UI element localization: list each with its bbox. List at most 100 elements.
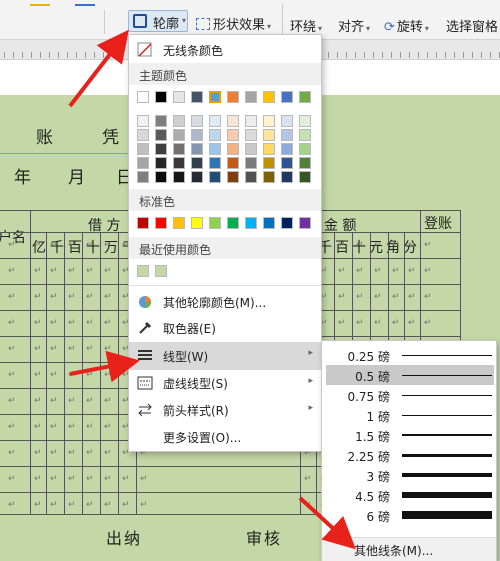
theme-shade-swatch[interactable]	[263, 157, 275, 169]
theme-color-swatch[interactable]	[191, 91, 203, 103]
paragraph-mark: ↵	[34, 448, 42, 458]
theme-shade-swatch[interactable]	[209, 171, 221, 183]
theme-shade-swatch[interactable]	[191, 157, 203, 169]
selection-pane-button[interactable]: 选择窗格	[446, 16, 498, 35]
theme-shade-swatch[interactable]	[281, 115, 293, 127]
paragraph-mark: ↵	[8, 474, 16, 484]
standard-color-swatch[interactable]	[227, 217, 239, 229]
line-weight-option[interactable]: 0.25 磅	[326, 345, 494, 365]
line-weight-option[interactable]: 2.25 磅	[326, 445, 494, 465]
standard-color-swatch[interactable]	[191, 217, 203, 229]
recent-color-swatch[interactable]	[137, 265, 149, 277]
theme-shade-swatch[interactable]	[155, 171, 167, 183]
theme-shade-swatch[interactable]	[137, 157, 149, 169]
theme-shade-swatch[interactable]	[155, 143, 167, 155]
line-style-item[interactable]: 线型(W) ▸	[129, 342, 321, 370]
theme-shade-swatch[interactable]	[155, 115, 167, 127]
theme-shade-swatch[interactable]	[227, 115, 239, 127]
shape-effect-button[interactable]: 形状效果 ▾	[196, 14, 271, 33]
theme-shade-swatch[interactable]	[263, 143, 275, 155]
theme-shade-swatch[interactable]	[173, 115, 185, 127]
theme-shade-swatch[interactable]	[281, 143, 293, 155]
theme-shade-swatch[interactable]	[299, 129, 311, 141]
line-weight-option[interactable]: 3 磅	[326, 465, 494, 485]
theme-shade-swatch[interactable]	[137, 129, 149, 141]
theme-color-swatch[interactable]	[155, 91, 167, 103]
theme-color-swatch[interactable]	[263, 91, 275, 103]
theme-shade-swatch[interactable]	[209, 129, 221, 141]
theme-shade-swatch[interactable]	[263, 115, 275, 127]
more-outline-colors-label: 其他轮廓颜色(M)...	[163, 296, 267, 310]
align-button[interactable]: 对齐 ▾	[338, 16, 370, 35]
theme-shade-swatch[interactable]	[137, 171, 149, 183]
theme-color-swatch[interactable]	[299, 91, 311, 103]
theme-shade-swatch[interactable]	[155, 157, 167, 169]
theme-shade-swatch[interactable]	[299, 157, 311, 169]
theme-shade-swatch[interactable]	[173, 157, 185, 169]
theme-shade-swatch[interactable]	[173, 171, 185, 183]
theme-shade-swatch[interactable]	[299, 171, 311, 183]
theme-shade-swatch[interactable]	[245, 157, 257, 169]
ruler-tick	[49, 52, 50, 58]
theme-shade-swatch[interactable]	[137, 143, 149, 155]
paragraph-mark: ↵	[408, 240, 416, 250]
line-weight-option[interactable]: 0.75 磅	[326, 385, 494, 405]
theme-shade-swatch[interactable]	[245, 129, 257, 141]
theme-shade-swatch[interactable]	[263, 171, 275, 183]
standard-color-swatch[interactable]	[281, 217, 293, 229]
theme-color-swatch[interactable]	[245, 91, 257, 103]
outline-button[interactable]: 轮廓 ▾	[128, 10, 188, 32]
standard-color-swatch[interactable]	[137, 217, 149, 229]
rotate-button[interactable]: ⟳ 旋转 ▾	[384, 16, 429, 35]
line-weight-option[interactable]: 4.5 磅	[326, 485, 494, 505]
theme-shade-swatch[interactable]	[209, 157, 221, 169]
theme-shade-swatch[interactable]	[155, 129, 167, 141]
theme-shade-swatch[interactable]	[209, 143, 221, 155]
arrow-style-item[interactable]: 箭头样式(R) ▸	[129, 397, 321, 423]
dash-style-item[interactable]: 虚线线型(S) ▸	[129, 370, 321, 396]
theme-shade-swatch[interactable]	[227, 171, 239, 183]
line-weight-option[interactable]: 1 磅	[326, 405, 494, 425]
eyedropper-item[interactable]: 取色器(E)	[129, 315, 321, 341]
theme-shade-swatch[interactable]	[245, 115, 257, 127]
theme-shade-swatch[interactable]	[281, 129, 293, 141]
theme-shade-swatch[interactable]	[209, 115, 221, 127]
theme-shade-swatch[interactable]	[299, 143, 311, 155]
theme-color-swatch[interactable]	[137, 91, 149, 103]
theme-color-swatch[interactable]	[227, 91, 239, 103]
no-line-color-item[interactable]: 无线条颜色	[129, 37, 321, 63]
line-weight-option[interactable]: 0.5 磅	[326, 365, 494, 385]
theme-shade-swatch[interactable]	[173, 143, 185, 155]
theme-shade-swatch[interactable]	[227, 157, 239, 169]
theme-shade-swatch[interactable]	[173, 129, 185, 141]
theme-shade-swatch[interactable]	[137, 115, 149, 127]
line-weight-option[interactable]: 6 磅	[326, 505, 494, 525]
theme-shade-swatch[interactable]	[191, 129, 203, 141]
theme-color-swatch[interactable]	[173, 91, 185, 103]
more-outline-colors-item[interactable]: 其他轮廓颜色(M)...	[129, 289, 321, 315]
theme-shade-swatch[interactable]	[227, 143, 239, 155]
theme-shade-swatch[interactable]	[227, 129, 239, 141]
recent-color-swatch[interactable]	[155, 265, 167, 277]
theme-shade-swatch[interactable]	[245, 171, 257, 183]
theme-shade-swatch[interactable]	[191, 143, 203, 155]
theme-shade-swatch[interactable]	[299, 115, 311, 127]
theme-shade-swatch[interactable]	[263, 129, 275, 141]
line-weight-option[interactable]: 1.5 磅	[326, 425, 494, 445]
theme-color-swatch[interactable]	[281, 91, 293, 103]
other-lines-item[interactable]: 其他线条(M)...	[322, 537, 496, 561]
theme-color-swatch[interactable]	[209, 91, 221, 103]
more-settings-item[interactable]: 更多设置(O)...	[129, 424, 321, 450]
theme-shade-swatch[interactable]	[191, 115, 203, 127]
standard-color-swatch[interactable]	[155, 217, 167, 229]
standard-color-swatch[interactable]	[173, 217, 185, 229]
standard-color-swatch[interactable]	[263, 217, 275, 229]
theme-shade-swatch[interactable]	[245, 143, 257, 155]
standard-color-swatch[interactable]	[209, 217, 221, 229]
standard-color-swatch[interactable]	[245, 217, 257, 229]
theme-shade-swatch[interactable]	[281, 157, 293, 169]
wrap-button[interactable]: 环绕 ▾	[290, 16, 322, 35]
standard-color-swatch[interactable]	[299, 217, 311, 229]
theme-shade-swatch[interactable]	[191, 171, 203, 183]
theme-shade-swatch[interactable]	[281, 171, 293, 183]
